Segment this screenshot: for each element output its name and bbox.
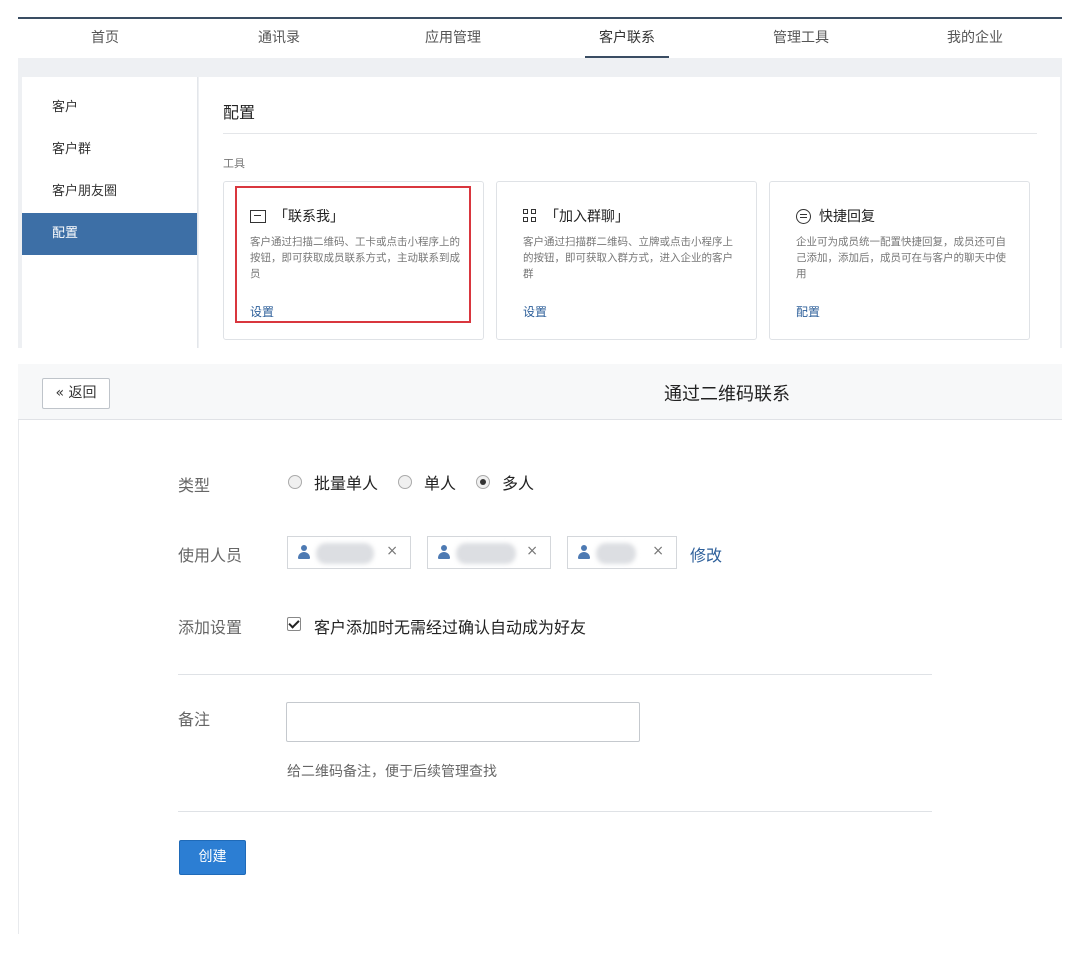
tab-customer-contact[interactable]: 客户联系: [540, 19, 714, 59]
user-icon: [438, 545, 450, 560]
form-header-bar: [18, 364, 1062, 420]
card-title-text: 「加入群聊」: [545, 209, 629, 225]
create-button[interactable]: 创建: [179, 840, 246, 875]
tab-home[interactable]: 首页: [18, 19, 192, 58]
remark-input[interactable]: [286, 702, 640, 742]
back-button[interactable]: « 返回: [42, 378, 110, 409]
avatar: [596, 543, 636, 564]
chat-icon: [250, 209, 266, 223]
type-label: 类型: [178, 476, 211, 495]
radio-single[interactable]: [398, 475, 413, 489]
radio-label: 多人: [502, 474, 535, 493]
user-icon: [578, 545, 590, 560]
close-icon[interactable]: ×: [652, 543, 664, 559]
sidebar-item-moments[interactable]: 客户朋友圈: [22, 171, 197, 213]
sidebar-item-customer-groups[interactable]: 客户群: [22, 129, 197, 171]
card-title: 「加入群聊」: [523, 206, 629, 226]
contact-me-settings-link[interactable]: 设置: [250, 303, 274, 320]
panel-title: 配置: [223, 103, 256, 122]
user-chip[interactable]: ×: [427, 536, 551, 569]
add-setting-label: 添加设置: [178, 618, 243, 637]
divider: [18, 420, 19, 934]
user-chip[interactable]: ×: [287, 536, 411, 569]
sidebar: 客户 客户群 客户朋友圈 配置: [22, 77, 198, 348]
avatar: [456, 543, 516, 564]
radio-batch-single[interactable]: [288, 475, 302, 489]
tab-management-tools[interactable]: 管理工具: [714, 19, 888, 58]
divider: [178, 674, 932, 675]
card-title: 「联系我」: [250, 206, 344, 226]
config-panel: 配置 工具 「联系我」 客户通过扫描二维码、工卡或点击小程序上的按钮，即可获取成…: [199, 77, 1060, 348]
sidebar-item-config[interactable]: 配置: [22, 213, 197, 255]
card-title: 快捷回复: [796, 206, 875, 226]
tab-contacts[interactable]: 通讯录: [192, 19, 366, 58]
avatar: [316, 543, 374, 564]
top-nav: 首页 通讯录 应用管理 客户联系 管理工具 我的企业: [18, 17, 1062, 59]
auto-accept-checkbox[interactable]: [287, 617, 301, 631]
radio-multiple[interactable]: [476, 475, 491, 489]
quick-reply-config-link[interactable]: 配置: [796, 303, 820, 320]
divider: [223, 133, 1037, 134]
card-description: 企业可为成员统一配置快捷回复，成员还可自己添加，添加后，成员可在与客户的聊天中使…: [796, 236, 1006, 280]
close-icon[interactable]: ×: [386, 543, 398, 559]
card-description: 客户通过扫描群二维码、立牌或点击小程序上的按钮，即可获取入群方式，进入企业的客户…: [523, 236, 733, 280]
card-title-text: 快捷回复: [819, 209, 875, 225]
card-title-text: 「联系我」: [274, 209, 344, 225]
users-label: 使用人员: [178, 546, 243, 565]
reply-icon: [796, 208, 811, 224]
auto-accept-label: 客户添加时无需经过确认自动成为好友: [314, 618, 587, 637]
join-group-settings-link[interactable]: 设置: [523, 303, 547, 320]
remark-hint: 给二维码备注，便于后续管理查找: [287, 764, 497, 780]
radio-label: 单人: [424, 474, 457, 493]
close-icon[interactable]: ×: [526, 543, 538, 559]
join-group-card: 「加入群聊」 客户通过扫描群二维码、立牌或点击小程序上的按钮，即可获取入群方式，…: [496, 181, 757, 340]
tab-app-management[interactable]: 应用管理: [366, 19, 540, 58]
page-title: 通过二维码联系: [664, 384, 790, 405]
contact-me-card: 「联系我」 客户通过扫描二维码、工卡或点击小程序上的按钮，即可获取成员联系方式，…: [223, 181, 484, 340]
card-description: 客户通过扫描二维码、工卡或点击小程序上的按钮，即可获取成员联系方式，主动联系到成…: [250, 236, 460, 280]
remark-label: 备注: [178, 710, 211, 729]
tools-section-label: 工具: [223, 157, 245, 170]
user-chip[interactable]: ×: [567, 536, 677, 569]
tab-my-enterprise[interactable]: 我的企业: [888, 19, 1062, 58]
divider: [178, 811, 932, 812]
user-icon: [298, 545, 310, 560]
radio-label: 批量单人: [314, 474, 379, 493]
qr-icon: [523, 209, 537, 223]
sidebar-item-customers[interactable]: 客户: [22, 87, 197, 129]
type-radio-group: 批量单人 单人 多人: [288, 470, 554, 494]
modify-users-link[interactable]: 修改: [690, 542, 722, 566]
quick-reply-card: 快捷回复 企业可为成员统一配置快捷回复，成员还可自己添加，添加后，成员可在与客户…: [769, 181, 1030, 340]
